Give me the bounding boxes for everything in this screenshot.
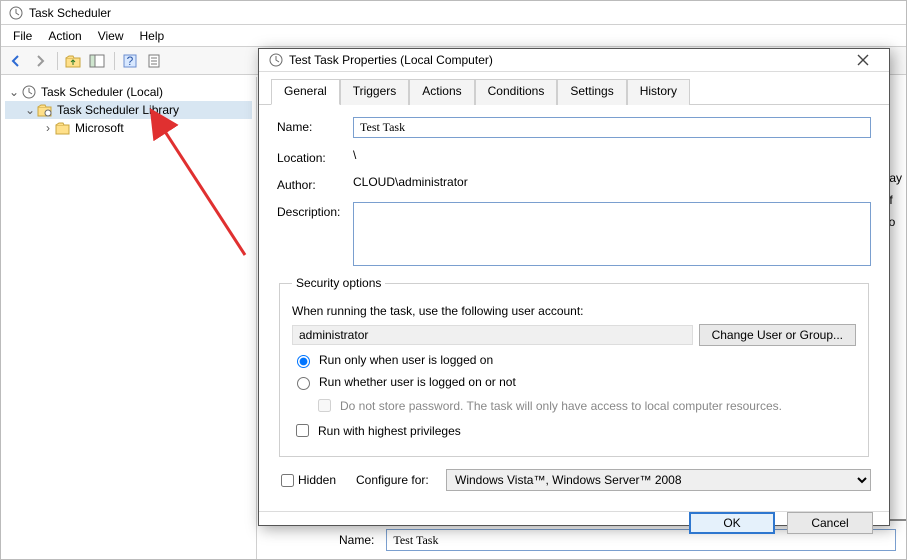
tree-library[interactable]: ⌄ Task Scheduler Library (5, 101, 252, 119)
description-input[interactable] (353, 202, 871, 266)
svg-text:?: ? (127, 54, 134, 68)
cancel-button[interactable]: Cancel (787, 512, 873, 534)
menu-help[interactable]: Help (132, 27, 173, 45)
tab-conditions[interactable]: Conditions (475, 79, 558, 105)
configure-for-select[interactable]: Windows Vista™, Windows Server™ 2008 (446, 469, 871, 491)
collapse-icon[interactable]: ⌄ (7, 85, 21, 99)
tab-actions[interactable]: Actions (409, 79, 474, 105)
radio-run-logged-on-label[interactable]: Run only when user is logged on (319, 353, 493, 367)
main-titlebar: Task Scheduler (1, 1, 906, 25)
radio-run-whether[interactable] (297, 377, 310, 390)
dialog-titlebar[interactable]: Test Task Properties (Local Computer) (259, 49, 889, 72)
menu-file[interactable]: File (5, 27, 40, 45)
forward-button[interactable] (29, 50, 51, 72)
tab-settings[interactable]: Settings (557, 79, 626, 105)
expand-icon[interactable]: › (41, 121, 55, 135)
tree-root-label: Task Scheduler (Local) (41, 85, 163, 99)
checkbox-no-store-password-label: Do not store password. The task will onl… (340, 399, 782, 413)
collapse-icon[interactable]: ⌄ (23, 103, 37, 117)
security-options-legend: Security options (292, 276, 385, 290)
tab-body-general: Name: Location: \ Author: CLOUD\administ… (259, 105, 889, 511)
checkbox-highest-privileges[interactable] (296, 424, 309, 437)
author-label: Author: (277, 175, 353, 192)
back-button[interactable] (5, 50, 27, 72)
tab-triggers[interactable]: Triggers (340, 79, 410, 105)
clock-icon (9, 6, 23, 20)
dialog-title: Test Task Properties (Local Computer) (289, 53, 493, 67)
security-account-field: administrator (292, 325, 693, 345)
tabstrip: General Triggers Actions Conditions Sett… (259, 72, 889, 105)
help-button[interactable]: ? (119, 50, 141, 72)
security-account-prompt: When running the task, use the following… (292, 304, 584, 318)
bottom-name-label: Name: (339, 533, 374, 547)
main-title: Task Scheduler (29, 6, 111, 20)
nav-tree[interactable]: ⌄ Task Scheduler (Local) ⌄ Task Schedule… (1, 77, 257, 559)
checkbox-hidden-label[interactable]: Hidden (298, 473, 356, 487)
menubar: File Action View Help (1, 25, 906, 47)
tab-history[interactable]: History (627, 79, 690, 105)
toolbar-separator-2 (114, 52, 115, 70)
close-button[interactable] (847, 49, 879, 71)
tree-microsoft-label: Microsoft (75, 121, 124, 135)
folder-icon (55, 120, 71, 136)
task-properties-dialog: Test Task Properties (Local Computer) Ge… (258, 48, 890, 526)
author-value: CLOUD\administrator (353, 175, 468, 189)
tab-general[interactable]: General (271, 79, 340, 105)
configure-for-label: Configure for: (356, 473, 446, 487)
radio-run-logged-on[interactable] (297, 355, 310, 368)
tree-root[interactable]: ⌄ Task Scheduler (Local) (5, 83, 252, 101)
location-value: \ (353, 148, 356, 162)
clock-icon (21, 84, 37, 100)
toolbar-separator (57, 52, 58, 70)
name-label: Name: (277, 117, 353, 134)
checkbox-no-store-password (318, 399, 331, 412)
checkbox-hidden[interactable] (281, 474, 294, 487)
menu-action[interactable]: Action (40, 27, 89, 45)
radio-run-whether-label[interactable]: Run whether user is logged on or not (319, 375, 516, 389)
show-hide-tree-button[interactable] (86, 50, 108, 72)
tree-library-label: Task Scheduler Library (57, 103, 179, 117)
checkbox-highest-privileges-label[interactable]: Run with highest privileges (318, 424, 461, 438)
name-input[interactable] (353, 117, 871, 138)
ok-button[interactable]: OK (689, 512, 775, 534)
dialog-footer: OK Cancel (259, 511, 889, 534)
clock-icon (269, 53, 283, 67)
properties-button[interactable] (143, 50, 165, 72)
menu-view[interactable]: View (90, 27, 132, 45)
security-options-group: Security options When running the task, … (279, 276, 869, 457)
folder-clock-icon (37, 102, 53, 118)
description-label: Description: (277, 202, 353, 219)
folder-up-button[interactable] (62, 50, 84, 72)
change-user-button[interactable]: Change User or Group... (699, 324, 856, 346)
tree-microsoft[interactable]: › Microsoft (5, 119, 252, 137)
location-label: Location: (277, 148, 353, 165)
